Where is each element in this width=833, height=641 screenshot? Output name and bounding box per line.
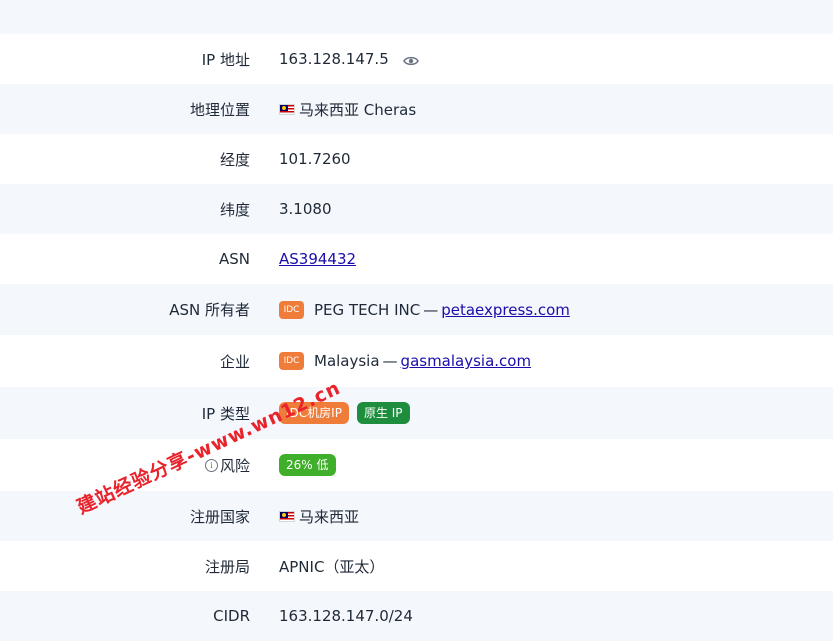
row-risk: i 风险 26% 低 <box>0 439 833 491</box>
label-ip-type: IP 类型 <box>201 404 250 423</box>
row-asn-owner: ASN 所有者 IDC PEG TECH INC — petaexpress.c… <box>0 284 833 335</box>
label-cidr: CIDR <box>213 607 250 625</box>
ip-info-table: IP 地址 163.128.147.5 地理位置 马来西亚 Cheras 经度 … <box>0 34 833 641</box>
row-registry: 注册局 APNIC（亚太） <box>0 541 833 591</box>
risk-level-tag: 26% 低 <box>279 454 336 476</box>
value-ip-address-wrap: 163.128.147.5 <box>279 50 419 68</box>
value-asn-owner-wrap: IDC PEG TECH INC — petaexpress.com <box>279 300 570 319</box>
value-ip-type-wrap: IDC机房IP 原生 IP <box>279 402 414 424</box>
value-ip-address: 163.128.147.5 <box>279 50 389 68</box>
label-company: 企业 <box>219 352 250 371</box>
row-company: 企业 IDC Malaysia — gasmalaysia.com <box>0 335 833 387</box>
asn-link[interactable]: AS394432 <box>279 250 356 268</box>
row-ip-type: IP 类型 IDC机房IP 原生 IP <box>0 387 833 439</box>
row-location: 地理位置 马来西亚 Cheras <box>0 84 833 134</box>
value-risk-wrap: 26% 低 <box>279 454 340 476</box>
label-risk: 风险 <box>219 456 250 475</box>
separator: — <box>382 352 398 370</box>
label-asn: ASN <box>218 250 250 268</box>
label-risk-wrap: i 风险 <box>0 455 250 476</box>
value-asn-wrap: AS394432 <box>279 250 356 268</box>
label-registry: 注册局 <box>204 557 250 576</box>
row-asn: ASN AS394432 <box>0 234 833 284</box>
idc-badge: IDC <box>279 300 304 319</box>
company-name: Malaysia <box>314 352 380 370</box>
label-ip-address: IP 地址 <box>201 50 250 69</box>
row-longitude: 经度 101.7260 <box>0 134 833 184</box>
label-asn-owner: ASN 所有者 <box>169 301 250 319</box>
eye-icon[interactable] <box>402 53 419 66</box>
idc-ip-tag: IDC机房IP <box>279 402 349 424</box>
row-cidr: CIDR 163.128.147.0/24 <box>0 591 833 641</box>
row-latitude: 纬度 3.1080 <box>0 184 833 234</box>
row-ip-address: IP 地址 163.128.147.5 <box>0 34 833 84</box>
company-domain-link[interactable]: gasmalaysia.com <box>401 352 532 370</box>
value-registered-country-wrap: 马来西亚 <box>279 506 359 527</box>
separator: — <box>423 300 439 319</box>
idc-badge: IDC <box>279 352 304 370</box>
value-registry: APNIC（亚太） <box>279 557 385 576</box>
asn-owner-name: PEG TECH INC <box>314 300 421 319</box>
value-latitude: 3.1080 <box>279 200 332 218</box>
asn-owner-domain-link[interactable]: petaexpress.com <box>441 301 570 319</box>
malaysia-flag-icon <box>279 103 295 115</box>
label-registered-country: 注册国家 <box>189 507 250 526</box>
info-icon[interactable]: i <box>204 458 218 472</box>
label-latitude: 纬度 <box>219 200 250 219</box>
value-location: 马来西亚 Cheras <box>299 100 417 119</box>
label-location: 地理位置 <box>189 100 250 119</box>
label-longitude: 经度 <box>219 150 250 169</box>
value-registered-country: 马来西亚 <box>299 507 360 526</box>
native-ip-tag: 原生 IP <box>356 402 410 424</box>
value-company-wrap: IDC Malaysia — gasmalaysia.com <box>279 352 531 370</box>
value-cidr: 163.128.147.0/24 <box>279 607 413 625</box>
malaysia-flag-icon <box>279 510 295 522</box>
value-longitude: 101.7260 <box>279 150 351 168</box>
value-location-wrap: 马来西亚 Cheras <box>279 99 416 120</box>
row-registered-country: 注册国家 马来西亚 <box>0 491 833 541</box>
